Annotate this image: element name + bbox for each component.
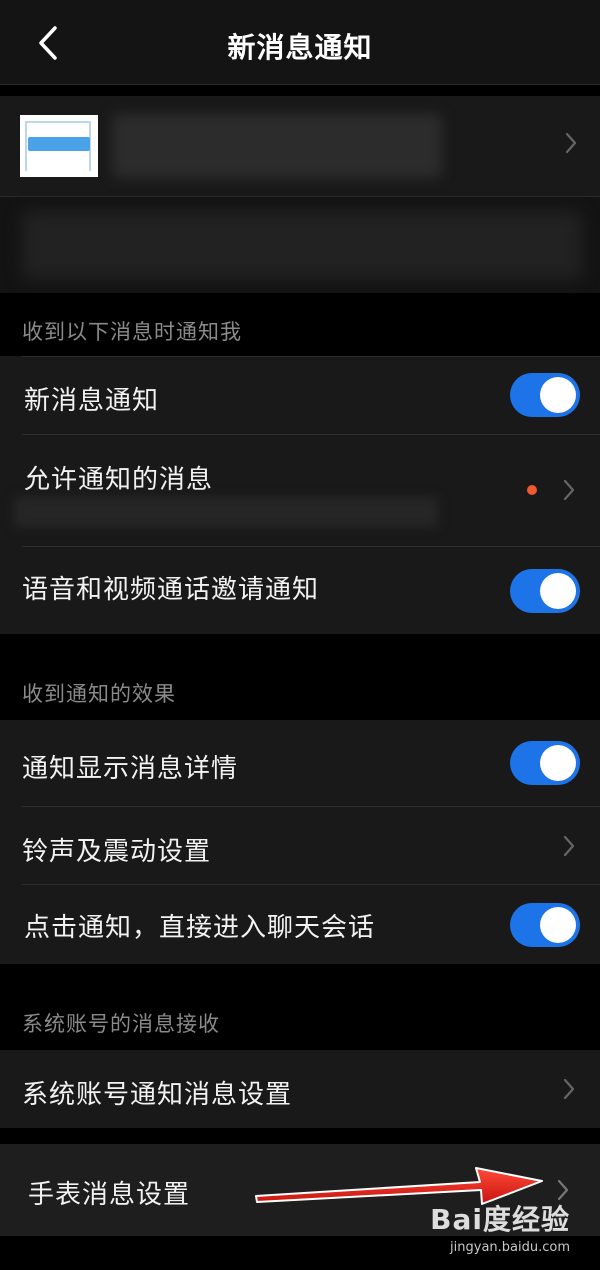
avatar [20, 115, 98, 177]
voice-video-invite-toggle[interactable] [510, 569, 580, 613]
watermark-logo: Bai度经验 [430, 1203, 570, 1236]
row-ringtone-vibration[interactable]: 铃声及震动设置 [0, 807, 600, 884]
page-title: 新消息通知 [227, 31, 373, 64]
watermark-url: jingyan.baidu.com [450, 1240, 570, 1255]
row-label: 手表消息设置 [28, 1180, 191, 1210]
system-account-group: 系统账号通知消息设置 [0, 1050, 600, 1128]
chevron-right-icon [565, 132, 577, 154]
chevron-right-icon [563, 1078, 575, 1100]
row-label: 允许通知的消息 [24, 465, 214, 495]
notify-effect-group: 通知显示消息详情 铃声及震动设置 点击通知，直接进入聊天会话 [0, 720, 600, 964]
section-label: 收到以下消息时通知我 [22, 320, 242, 344]
section-label: 系统账号的消息接收 [22, 1012, 220, 1036]
row-label: 通知显示消息详情 [22, 754, 239, 784]
account-card[interactable] [0, 96, 600, 197]
row-show-details: 通知显示消息详情 [0, 720, 600, 806]
row-system-account-notify[interactable]: 系统账号通知消息设置 [0, 1050, 600, 1128]
row-label: 语音和视频通话邀请通知 [22, 575, 320, 605]
notify-me-group: 新消息通知 允许通知的消息 语音和视频通话邀请通知 [0, 356, 600, 634]
baidu-jingyan-watermark: Bai度经验 jingyan.baidu.com [430, 1198, 570, 1255]
row-voice-video-invite: 语音和视频通话邀请通知 [0, 547, 600, 634]
blurred-subtitle [14, 497, 438, 527]
nav-bar: 新消息通知 [0, 0, 600, 85]
row-allowed-messages[interactable]: 允许通知的消息 [0, 435, 600, 545]
new-message-toggle[interactable] [510, 373, 580, 417]
tap-to-chat-toggle[interactable] [510, 903, 580, 947]
blurred-info-strip [0, 197, 600, 293]
row-label: 新消息通知 [24, 386, 160, 416]
row-label: 系统账号通知消息设置 [22, 1080, 293, 1110]
chevron-right-icon [563, 835, 575, 857]
row-new-message-notify: 新消息通知 [0, 356, 600, 434]
row-label: 点击通知，直接进入聊天会话 [24, 913, 376, 943]
show-details-toggle[interactable] [510, 741, 580, 785]
red-dot-badge [527, 485, 537, 495]
blurred-account-name [112, 114, 442, 178]
chevron-right-icon [563, 479, 575, 501]
section-label: 收到通知的效果 [22, 682, 176, 706]
row-tap-to-chat: 点击通知，直接进入聊天会话 [0, 885, 600, 964]
row-label: 铃声及震动设置 [22, 837, 212, 867]
